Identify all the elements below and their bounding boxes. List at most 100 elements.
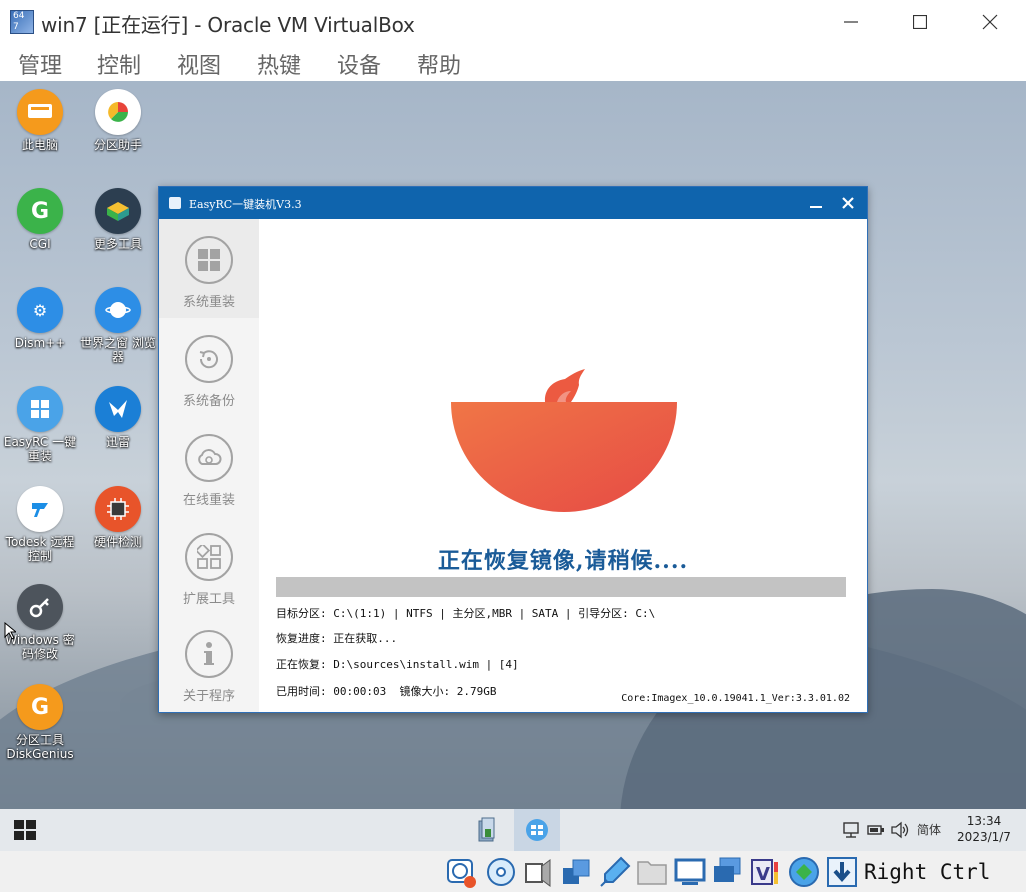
menu-control[interactable]: 控制 [97, 48, 141, 80]
windows-icon [185, 236, 233, 284]
desktop-icon-this-pc[interactable]: 此电脑 [1, 89, 79, 152]
elapsed-time-info: 已用时间: 00:00:03 镜像大小: 2.79GB [276, 685, 497, 698]
cloud-icon [185, 434, 233, 482]
desktop-icon-label: 此电脑 [21, 138, 58, 152]
status-message: 正在恢复镜像,请稍候.... [437, 548, 689, 574]
svg-text:V: V [756, 864, 770, 885]
desktop-icon-more-tools[interactable]: 更多工具 [79, 188, 157, 251]
mouse-integration-icon[interactable] [788, 856, 820, 888]
menu-view[interactable]: 视图 [177, 48, 221, 80]
toolbox-icon [95, 188, 141, 234]
cgi-icon: G [17, 188, 63, 234]
optical-drive-icon[interactable] [485, 856, 517, 888]
taskbar-app-easyrc[interactable] [514, 809, 560, 851]
dialog-sidebar: 系统重装 系统备份 在线重装 扩展工具 关于程序 [159, 219, 259, 712]
sidebar-item-label: 系统备份 [182, 394, 235, 409]
todesk-icon [17, 486, 63, 532]
network-adapter-icon[interactable] [561, 856, 593, 888]
easyrc-logo [449, 369, 679, 514]
info-icon [185, 630, 233, 678]
sidebar-item-about[interactable]: 关于程序 [159, 613, 259, 712]
windows-logo-icon [17, 386, 63, 432]
installer-icon [478, 817, 495, 842]
start-logo-tile [14, 831, 24, 840]
chip-icon [95, 486, 141, 532]
close-button[interactable] [967, 6, 1013, 38]
sidebar-item-online-reinstall[interactable]: 在线重装 [159, 417, 259, 516]
restoring-file-info: 正在恢复: D:\sources\install.wim | [4] [276, 658, 519, 671]
core-version: Core:Imagex_10.0.19041.1_Ver:3.3.01.02 [621, 693, 850, 704]
dialog-main-panel: 正在恢复镜像,请稍候.... 目标分区: C:\(1:1) | NTFS | 主… [259, 219, 867, 712]
network-icon[interactable] [843, 822, 861, 838]
desktop-icon-easyrc[interactable]: EasyRC 一键重装 [1, 386, 79, 463]
sidebar-item-label: 在线重装 [182, 493, 235, 508]
globe-icon [95, 287, 141, 333]
taskbar-clock[interactable]: 13:34 2023/1/7 [946, 813, 1022, 845]
dialog-close-button[interactable] [835, 191, 861, 215]
gears-icon: ⚙ [17, 287, 63, 333]
restore-progress-info: 恢复进度: 正在获取... [276, 632, 398, 645]
desktop-icon-label: EasyRC 一键重装 [3, 435, 77, 463]
sidebar-item-extension-tools[interactable]: 扩展工具 [159, 516, 259, 615]
sidebar-item-label: 系统重装 [182, 295, 235, 310]
dialog-title: EasyRC一键装机V3.3 [189, 198, 302, 211]
desktop-icon-label: 世界之窗 浏览器 [80, 336, 156, 364]
sidebar-item-system-backup[interactable]: 系统备份 [159, 318, 259, 417]
desktop-icon-theworld-browser[interactable]: 世界之窗 浏览器 [79, 287, 157, 364]
maximize-icon [913, 15, 927, 29]
volume-icon[interactable] [890, 821, 910, 839]
shared-folder-icon[interactable] [636, 856, 668, 888]
desktop-icon-todesk[interactable]: Todesk 远程控制 [1, 486, 79, 563]
menu-machine[interactable]: 管理 [18, 48, 62, 80]
diskgenius-icon: G [17, 684, 63, 730]
start-logo-tile [26, 831, 36, 840]
virtualbox-app-icon: 64 7 [10, 10, 34, 34]
virtualization-icon[interactable]: V [750, 856, 782, 888]
thunder-bird-icon [95, 386, 141, 432]
sidebar-item-system-reinstall[interactable]: 系统重装 [159, 219, 259, 318]
minimize-icon [844, 21, 858, 23]
desktop-icon-label: 更多工具 [93, 237, 142, 251]
menu-help[interactable]: 帮助 [417, 48, 461, 80]
mouse-cursor-icon [4, 622, 16, 640]
window-title: win7 [正在运行] - Oracle VM VirtualBox [41, 13, 415, 37]
desktop-icon-hardware-check[interactable]: 硬件检测 [79, 486, 157, 549]
dialog-minimize-button[interactable] [803, 191, 829, 215]
recording-icon[interactable] [712, 856, 744, 888]
desktop-icon-diskgenius[interactable]: G 分区工具 DiskGenius [1, 684, 79, 761]
battery-icon[interactable] [867, 822, 885, 838]
start-button[interactable] [14, 820, 36, 840]
desktop-icon-label: 分区助手 [93, 138, 142, 152]
taskbar-app-installer[interactable] [464, 809, 510, 851]
guest-taskbar: 简体 13:34 2023/1/7 [0, 809, 1026, 851]
audio-icon[interactable] [522, 856, 554, 888]
close-icon [842, 197, 854, 209]
close-icon [982, 14, 998, 30]
desktop-icon-dism[interactable]: ⚙ Dism++ [1, 287, 79, 350]
usb-icon[interactable] [599, 856, 631, 888]
host-key-label: Right Ctrl [864, 860, 991, 884]
maximize-button[interactable] [897, 6, 943, 38]
desktop-icon-partition-assistant[interactable]: 分区助手 [79, 89, 157, 152]
minimize-button[interactable] [828, 6, 874, 38]
easyrc-taskbar-icon [526, 819, 548, 841]
desktop-icon-label: 分区工具 DiskGenius [6, 733, 74, 761]
target-partition-info: 目标分区: C:\(1:1) | NTFS | 主分区,MBR | SATA |… [276, 607, 656, 620]
host-menubar: 管理 控制 视图 热键 设备 帮助 [0, 44, 1026, 81]
pie-chart-icon [95, 89, 141, 135]
host-key-arrow-icon[interactable] [826, 856, 858, 888]
hard-disk-icon[interactable] [446, 856, 478, 888]
restore-progress-bar [276, 577, 846, 597]
computer-icon [17, 89, 63, 135]
sidebar-item-label: 关于程序 [182, 689, 235, 704]
desktop-icon-cgi[interactable]: G CGI [1, 188, 79, 251]
desktop-icon-thunder[interactable]: 迅雷 [79, 386, 157, 449]
menu-hotkeys[interactable]: 热键 [257, 48, 301, 80]
host-titlebar: 64 7 win7 [正在运行] - Oracle VM VirtualBox [0, 0, 1026, 44]
display-icon[interactable] [674, 856, 706, 888]
input-method-indicator[interactable]: 简体 [917, 821, 941, 838]
desktop-icon-label: Todesk 远程控制 [5, 535, 75, 563]
menu-devices[interactable]: 设备 [337, 48, 381, 80]
key-icon [17, 584, 63, 630]
desktop-icon-label: 硬件检测 [93, 535, 142, 549]
